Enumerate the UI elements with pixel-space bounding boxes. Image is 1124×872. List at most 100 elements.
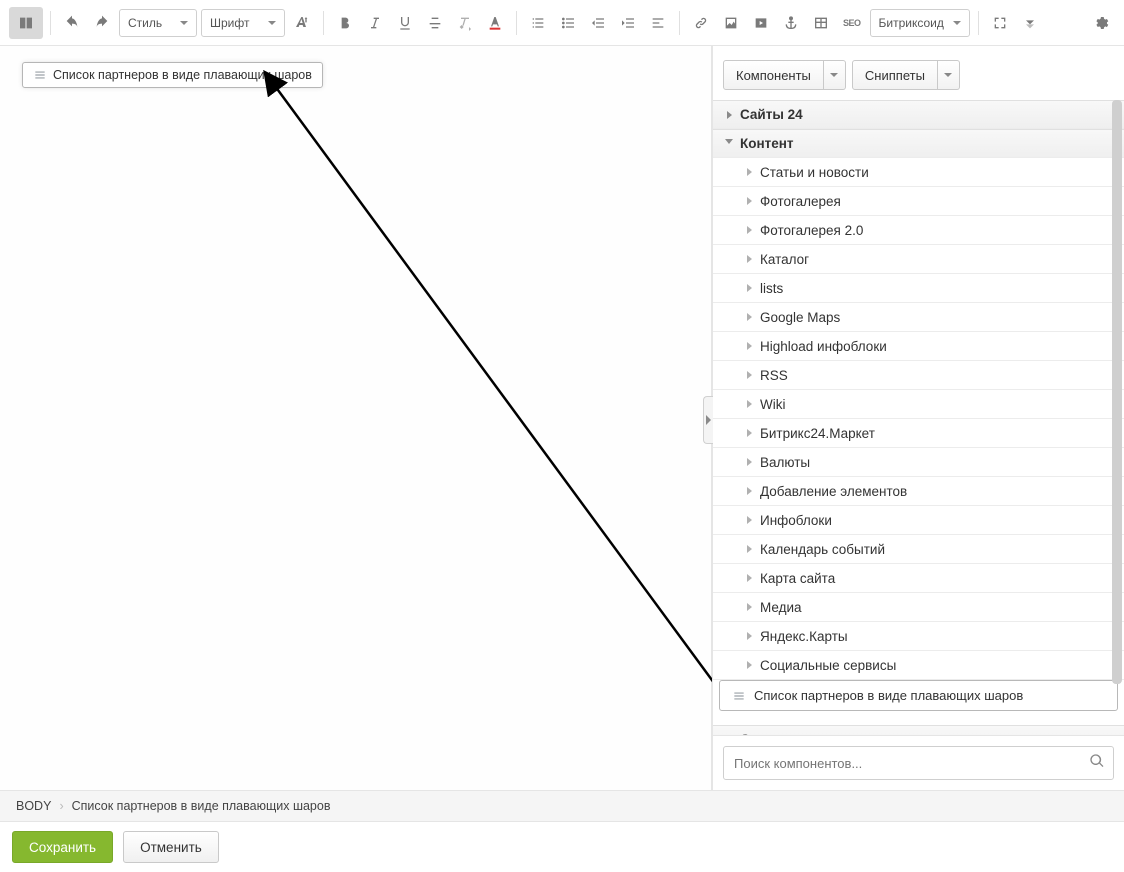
text-color-button[interactable]	[481, 9, 509, 37]
tree-item-label: Яндекс.Карты	[760, 629, 848, 644]
tree-leaf-component[interactable]: Список партнеров в виде плавающих шаров	[719, 680, 1118, 711]
tree-item[interactable]: Фотогалерея 2.0	[713, 216, 1124, 245]
tree-item-label: Инфоблоки	[760, 513, 832, 528]
tree-item-label: Битрикс24.Маркет	[760, 426, 875, 441]
split-view-toggle[interactable]	[9, 7, 43, 39]
font-size-button[interactable]	[288, 9, 316, 37]
tree-item[interactable]: Фотогалерея	[713, 187, 1124, 216]
outdent-button[interactable]	[584, 9, 612, 37]
components-tab[interactable]: Компоненты	[723, 60, 824, 90]
breadcrumb: BODY › Список партнеров в виде плавающих…	[0, 790, 1124, 822]
breadcrumb-root[interactable]: BODY	[12, 799, 55, 813]
tree-item[interactable]: Wiki	[713, 390, 1124, 419]
bold-button[interactable]	[331, 9, 359, 37]
save-button[interactable]: Сохранить	[12, 831, 113, 863]
unordered-list-button[interactable]	[554, 9, 582, 37]
snippets-tab-label: Сниппеты	[865, 68, 925, 83]
underline-button[interactable]	[391, 9, 419, 37]
search-icon	[1089, 753, 1105, 774]
tree-item[interactable]: Социальные сервисы	[713, 651, 1124, 680]
table-button[interactable]	[807, 9, 835, 37]
components-panel: Компоненты Сниппеты Сайты 24 Контент Ста…	[712, 46, 1124, 790]
tree-category-label: Сервисы	[740, 732, 801, 735]
tree-category-sites24[interactable]: Сайты 24	[713, 100, 1124, 129]
tree-item-label: Каталог	[760, 252, 809, 267]
strikethrough-button[interactable]	[421, 9, 449, 37]
tree-item[interactable]: Highload инфоблоки	[713, 332, 1124, 361]
tree-item-label: lists	[760, 281, 783, 296]
tree-item[interactable]: Медиа	[713, 593, 1124, 622]
tree-item[interactable]: Валюты	[713, 448, 1124, 477]
tree-item[interactable]: Календарь событий	[713, 535, 1124, 564]
tree-category-label: Сайты 24	[740, 107, 803, 122]
breadcrumb-separator: ›	[55, 799, 67, 813]
component-search[interactable]	[723, 746, 1114, 780]
tree-item-label: Валюты	[760, 455, 810, 470]
footer-actions: Сохранить Отменить	[0, 822, 1124, 872]
undo-button[interactable]	[58, 9, 86, 37]
tree-item-label: Добавление элементов	[760, 484, 907, 499]
tree-item[interactable]: Битрикс24.Маркет	[713, 419, 1124, 448]
tree-item[interactable]: Google Maps	[713, 303, 1124, 332]
component-icon	[732, 689, 746, 703]
cancel-button[interactable]: Отменить	[123, 831, 219, 863]
tree-item-label: Фотогалерея 2.0	[760, 223, 863, 238]
components-tab-label: Компоненты	[736, 68, 811, 83]
tree-item-label: Фотогалерея	[760, 194, 841, 209]
tree-item-label: Google Maps	[760, 310, 840, 325]
placed-component-chip[interactable]: Список партнеров в виде плавающих шаров	[22, 62, 323, 88]
components-tree: Сайты 24 Контент Статьи и новости Фотога…	[713, 100, 1124, 735]
ordered-list-button[interactable]	[524, 9, 552, 37]
tree-item[interactable]: Добавление элементов	[713, 477, 1124, 506]
tree-item-label: Карта сайта	[760, 571, 835, 586]
tree-item[interactable]: Инфоблоки	[713, 506, 1124, 535]
style-select-label: Стиль	[128, 16, 162, 30]
save-button-label: Сохранить	[29, 840, 96, 855]
editor-canvas[interactable]: Список партнеров в виде плавающих шаров	[0, 46, 712, 790]
more-tools-button[interactable]	[1016, 9, 1044, 37]
fullscreen-button[interactable]	[986, 9, 1014, 37]
tree-item-label: Медиа	[760, 600, 802, 615]
indent-button[interactable]	[614, 9, 642, 37]
link-button[interactable]	[687, 9, 715, 37]
tree-item[interactable]: lists	[713, 274, 1124, 303]
italic-button[interactable]	[361, 9, 389, 37]
breadcrumb-current[interactable]: Список партнеров в виде плавающих шаров	[68, 799, 335, 813]
snippets-tab-dropdown[interactable]	[938, 60, 960, 90]
tree-item-label: Социальные сервисы	[760, 658, 896, 673]
tree-item[interactable]: Карта сайта	[713, 564, 1124, 593]
tree-item[interactable]: Яндекс.Карты	[713, 622, 1124, 651]
editor-toolbar: Стиль Шрифт SEO Битриксоид	[0, 0, 1124, 46]
components-tab-dropdown[interactable]	[824, 60, 846, 90]
cancel-button-label: Отменить	[140, 840, 202, 855]
settings-icon[interactable]	[1087, 9, 1115, 37]
tree-category-label: Контент	[740, 136, 794, 151]
tree-item[interactable]: Статьи и новости	[713, 158, 1124, 187]
image-button[interactable]	[717, 9, 745, 37]
snippets-tab[interactable]: Сниппеты	[852, 60, 938, 90]
tree-item[interactable]: Каталог	[713, 245, 1124, 274]
component-search-input[interactable]	[734, 756, 1089, 771]
component-icon	[33, 68, 47, 82]
placed-component-label: Список партнеров в виде плавающих шаров	[53, 68, 312, 82]
align-button[interactable]	[644, 9, 672, 37]
tree-item[interactable]: RSS	[713, 361, 1124, 390]
tree-item-label: Wiki	[760, 397, 786, 412]
video-button[interactable]	[747, 9, 775, 37]
tree-leaf-label: Список партнеров в виде плавающих шаров	[754, 688, 1023, 703]
template-select[interactable]: Битриксоид	[870, 9, 970, 37]
tree-category-content[interactable]: Контент	[713, 129, 1124, 158]
panel-collapse-handle[interactable]	[703, 396, 713, 444]
tree-item-label: Highload инфоблоки	[760, 339, 887, 354]
font-select[interactable]: Шрифт	[201, 9, 285, 37]
tree-category-services[interactable]: Сервисы	[713, 725, 1124, 735]
redo-button[interactable]	[88, 9, 116, 37]
seo-button[interactable]: SEO	[837, 9, 867, 37]
anchor-button[interactable]	[777, 9, 805, 37]
template-select-label: Битриксоид	[879, 16, 944, 30]
tree-item-label: Статьи и новости	[760, 165, 869, 180]
tree-item-label: Календарь событий	[760, 542, 885, 557]
font-select-label: Шрифт	[210, 16, 249, 30]
style-select[interactable]: Стиль	[119, 9, 197, 37]
clear-format-button[interactable]	[451, 9, 479, 37]
